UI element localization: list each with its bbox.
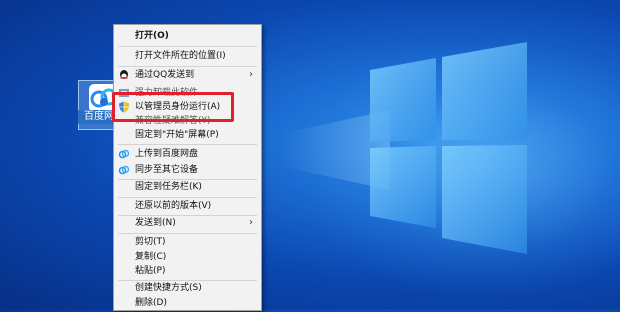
menu-item-label: 打开文件所在的位置(I) — [135, 51, 226, 61]
windows-logo-icon — [370, 42, 527, 254]
desktop-background — [0, 0, 620, 309]
menu-item-send-to[interactable]: 发送到(N) › — [114, 214, 261, 232]
chevron-right-icon: › — [249, 69, 253, 80]
menu-item-label: 同步至其它设备 — [135, 165, 199, 175]
menu-item-label: 固定到"开始"屏幕(P) — [135, 130, 219, 140]
sync-icon — [118, 165, 130, 175]
cloud-upload-icon — [118, 149, 130, 159]
menu-item-pin-to-start[interactable]: 固定到"开始"屏幕(P) — [114, 126, 261, 144]
menu-item-label: 打开(O) — [135, 31, 169, 41]
chevron-right-icon: › — [249, 217, 253, 228]
annotation-highlight-box — [112, 92, 234, 122]
menu-item-restore-previous-versions[interactable]: 还原以前的版本(V) — [114, 197, 261, 215]
menu-item-label: 发送到(N) — [135, 218, 176, 228]
menu-item-label: 固定到任务栏(K) — [135, 182, 202, 192]
menu-item-send-via-qq[interactable]: 通过QQ发送到 › — [114, 66, 261, 84]
menu-item-open[interactable]: 打开(O) — [114, 27, 261, 45]
menu-item-pin-to-taskbar[interactable]: 固定到任务栏(K) — [114, 178, 261, 196]
menu-item-label: 还原以前的版本(V) — [135, 201, 212, 211]
context-menu: 打开(O) 打开文件所在的位置(I) 通过QQ发送到 › 强力卸载此软件 以管理… — [113, 24, 262, 311]
menu-item-label: 粘贴(P) — [135, 266, 166, 276]
menu-item-open-file-location[interactable]: 打开文件所在的位置(I) — [114, 47, 261, 65]
menu-item-paste[interactable]: 粘贴(P) — [114, 262, 261, 280]
menu-item-label: 通过QQ发送到 — [135, 70, 195, 80]
menu-item-label: 删除(D) — [135, 298, 167, 308]
qq-icon — [120, 70, 128, 79]
menu-item-delete[interactable]: 删除(D) — [114, 294, 261, 312]
menu-item-sync-devices[interactable]: 同步至其它设备 — [114, 161, 261, 179]
